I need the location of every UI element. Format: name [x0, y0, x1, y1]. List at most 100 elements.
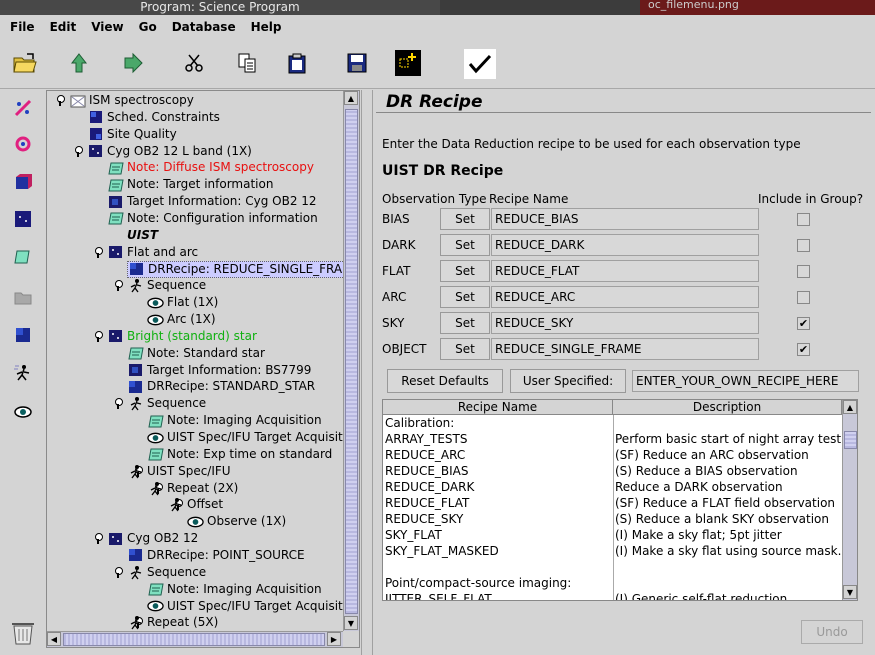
- include-in-group-checkbox[interactable]: [797, 239, 810, 252]
- table-cell-description[interactable]: Reduce a DARK observation: [615, 479, 841, 495]
- recipe-name-field[interactable]: REDUCE_FLAT: [491, 260, 759, 282]
- note-icon[interactable]: [12, 246, 34, 268]
- scroll-down-icon[interactable]: ▼: [843, 585, 857, 599]
- tree-node[interactable]: Note: Imaging Acquisition: [147, 581, 322, 598]
- table-cell-recipe[interactable]: Point/compact-source imaging:: [385, 575, 611, 591]
- table-cell-recipe[interactable]: ARRAY_TESTS: [385, 431, 611, 447]
- table-cell-recipe[interactable]: REDUCE_BIAS: [385, 463, 611, 479]
- forward-icon[interactable]: [119, 49, 147, 77]
- table-cell-description[interactable]: (S) Reduce a BIAS observation: [615, 463, 841, 479]
- tree-node[interactable]: Repeat (2X): [147, 480, 238, 497]
- program-tree[interactable]: ISM spectroscopy Sched. Constraints Site Q…: [46, 90, 360, 648]
- tree-node[interactable]: Site Quality: [87, 126, 177, 143]
- table-cell-recipe[interactable]: [385, 559, 611, 575]
- tree-node[interactable]: ISM spectroscopy: [69, 92, 194, 109]
- menu-go[interactable]: Go: [139, 20, 157, 34]
- table-cell-description[interactable]: (I) Make a sky flat; 5pt jitter: [615, 527, 841, 543]
- tree-node[interactable]: UIST Spec/IFU Target Acquisiti: [147, 598, 343, 615]
- cube-icon[interactable]: [12, 171, 34, 193]
- menu-file[interactable]: File: [10, 20, 35, 34]
- table-header-recipe-name[interactable]: Recipe Name: [383, 400, 613, 415]
- tree-node[interactable]: Repeat (5X): [127, 614, 218, 631]
- tree-horizontal-scrollbar[interactable]: ◀ ▶: [47, 631, 343, 647]
- component-icon[interactable]: [394, 49, 422, 77]
- telescope-icon[interactable]: [12, 97, 34, 119]
- observation-icon[interactable]: [12, 208, 34, 230]
- tree-node[interactable]: Cyg OB2 12: [107, 530, 198, 547]
- tree-expand-handle[interactable]: [113, 280, 123, 292]
- table-cell-recipe[interactable]: Calibration:: [385, 415, 611, 431]
- table-vertical-scrollbar[interactable]: ▲ ▼: [842, 400, 857, 600]
- table-cell-recipe[interactable]: SKY_FLAT_MASKED: [385, 543, 611, 559]
- table-cell-description[interactable]: (S) Reduce a blank SKY observation: [615, 511, 841, 527]
- table-cell-recipe[interactable]: REDUCE_SKY: [385, 511, 611, 527]
- sequence-icon[interactable]: [12, 362, 34, 384]
- set-button[interactable]: Set: [440, 312, 490, 334]
- set-button[interactable]: Set: [440, 338, 490, 360]
- background-window-tab[interactable]: oc_filemenu.png: [640, 0, 875, 15]
- split-pane-divider[interactable]: [361, 90, 373, 655]
- target-icon[interactable]: [12, 133, 34, 155]
- table-cell-description[interactable]: (SF) Reduce an ARC observation: [615, 447, 841, 463]
- tree-node[interactable]: UIST: [107, 227, 158, 244]
- tree-node[interactable]: Sequence: [127, 277, 206, 294]
- recipe-table[interactable]: Recipe Name Description Calibration: ARRA…: [382, 399, 858, 601]
- recipe-name-field[interactable]: REDUCE_SINGLE_FRAME: [491, 338, 759, 360]
- menu-database[interactable]: Database: [172, 20, 236, 34]
- scroll-up-icon[interactable]: ▲: [344, 91, 358, 105]
- table-cell-recipe[interactable]: REDUCE_FLAT: [385, 495, 611, 511]
- tree-node[interactable]: Sequence: [127, 395, 206, 412]
- tree-node[interactable]: Sched. Constraints: [87, 109, 220, 126]
- include-in-group-checkbox[interactable]: [797, 265, 810, 278]
- tree-node[interactable]: Note: Configuration information: [107, 210, 318, 227]
- table-cell-description[interactable]: (I) Make a sky flat using source mask...: [615, 543, 841, 559]
- tree-node[interactable]: Target Information: BS7799: [127, 362, 311, 379]
- recipe-name-field[interactable]: REDUCE_SKY: [491, 312, 759, 334]
- table-cell-recipe[interactable]: SKY_FLAT: [385, 527, 611, 543]
- set-button[interactable]: Set: [440, 286, 490, 308]
- user-specified-button[interactable]: User Specified:: [510, 369, 626, 393]
- open-folder-icon[interactable]: [12, 49, 40, 77]
- recipe-icon[interactable]: [12, 324, 34, 346]
- cut-icon[interactable]: [180, 49, 208, 77]
- tree-node[interactable]: Note: Imaging Acquisition: [147, 412, 322, 429]
- scroll-left-icon[interactable]: ◀: [47, 632, 61, 646]
- tree-node[interactable]: Bright (standard) star: [107, 328, 257, 345]
- table-cell-recipe[interactable]: REDUCE_ARC: [385, 447, 611, 463]
- tree-node[interactable]: DRRecipe: REDUCE_SINGLE_FRAM: [127, 260, 343, 278]
- tree-scroll-thumb[interactable]: [345, 109, 358, 614]
- table-cell-recipe[interactable]: JITTER_SELF_FLAT: [385, 591, 611, 600]
- eye-icon[interactable]: [12, 401, 34, 423]
- tree-node[interactable]: Note: Diffuse ISM spectroscopy: [107, 159, 314, 176]
- save-icon[interactable]: [343, 49, 371, 77]
- tree-node[interactable]: UIST Spec/IFU: [127, 463, 231, 480]
- tree-node[interactable]: Offset: [167, 496, 223, 513]
- tree-node[interactable]: Note: Standard star: [127, 345, 265, 362]
- table-cell-recipe[interactable]: REDUCE_DARK: [385, 479, 611, 495]
- tree-node[interactable]: UIST Spec/IFU Target Acquisiti: [147, 429, 343, 446]
- set-button[interactable]: Set: [440, 208, 490, 230]
- include-in-group-checkbox[interactable]: [797, 213, 810, 226]
- tree-node[interactable]: Sequence: [127, 564, 206, 581]
- tree-expand-handle[interactable]: [93, 533, 103, 545]
- table-cell-description[interactable]: [615, 575, 841, 591]
- tree-expand-handle[interactable]: [113, 398, 123, 410]
- recipe-name-field[interactable]: REDUCE_BIAS: [491, 208, 759, 230]
- scroll-up-icon[interactable]: ▲: [843, 400, 857, 414]
- tree-expand-handle[interactable]: [93, 246, 103, 258]
- folder-icon[interactable]: [12, 286, 34, 308]
- undo-button[interactable]: Undo: [801, 620, 863, 644]
- recipe-name-field[interactable]: REDUCE_DARK: [491, 234, 759, 256]
- menu-edit[interactable]: Edit: [50, 20, 77, 34]
- menu-help[interactable]: Help: [251, 20, 282, 34]
- table-scroll-thumb[interactable]: [844, 431, 857, 449]
- tree-node[interactable]: Flat (1X): [147, 294, 218, 311]
- table-cell-description[interactable]: (SF) Reduce a FLAT field observation: [615, 495, 841, 511]
- table-cell-description[interactable]: Perform basic start of night array tests: [615, 431, 841, 447]
- scroll-down-icon[interactable]: ▼: [344, 616, 358, 630]
- own-recipe-input[interactable]: ENTER_YOUR_OWN_RECIPE_HERE: [632, 370, 859, 392]
- tree-node[interactable]: Observe (1X): [187, 513, 286, 530]
- tree-expand-handle[interactable]: [73, 145, 83, 157]
- trash-icon[interactable]: [8, 617, 38, 647]
- reset-defaults-button[interactable]: Reset Defaults: [387, 369, 503, 393]
